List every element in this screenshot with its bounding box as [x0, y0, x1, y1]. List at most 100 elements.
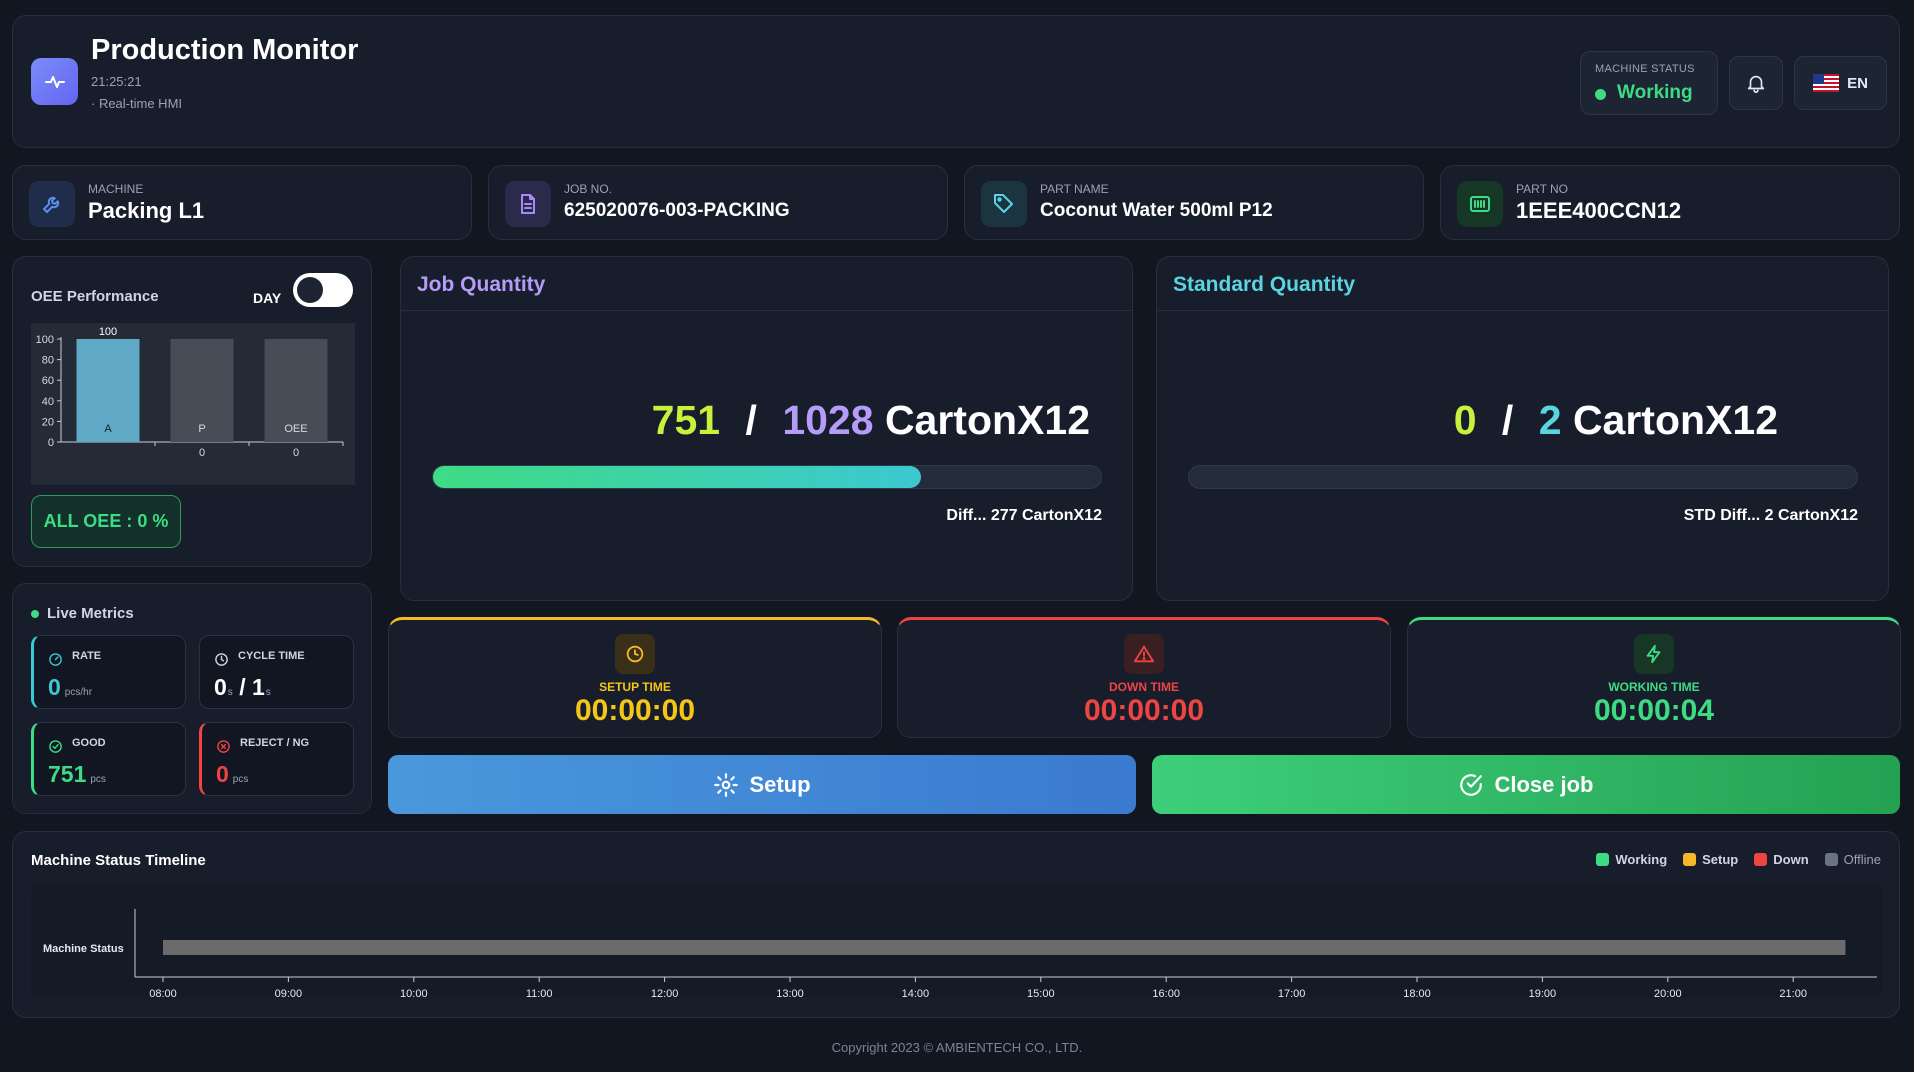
standard-quantity-title: Standard Quantity: [1173, 273, 1356, 296]
cycle-time-label: Cycle Time: [238, 650, 305, 662]
cycle-time-metric: Cycle Time 0s / 1s: [199, 635, 354, 709]
toggle-knob: [297, 277, 323, 303]
day-mode-toggle[interactable]: [293, 273, 353, 307]
legend-down: Down: [1754, 852, 1809, 867]
timeline-hour-label: 19:00: [1529, 988, 1557, 998]
rate-number: 0: [48, 674, 61, 700]
cycle-standard: 1: [251, 674, 265, 700]
cycle-time-value: 0s / 1s: [214, 674, 271, 701]
cycle-separator: /: [239, 674, 246, 700]
down-time-card: Down Time 00:00:00: [897, 617, 1391, 738]
reject-unit: pcs: [232, 774, 249, 785]
gauge-icon: [49, 653, 62, 666]
x-circle-icon: [217, 740, 230, 753]
part-name-card: Part Name Coconut Water 500ml P12: [964, 165, 1424, 240]
us-flag-icon: [1813, 74, 1840, 92]
language-button[interactable]: EN: [1794, 56, 1887, 110]
timeline-hour-label: 09:00: [275, 988, 303, 998]
reject-metric: Reject / NG 0 pcs: [199, 722, 354, 796]
y-tick-label: 60: [42, 375, 54, 387]
good-unit: pcs: [90, 774, 106, 785]
standard-quantity-value: 0 / 2 CartonX12: [1454, 397, 1778, 444]
std-diff-text: STD Diff... 2 CartonX12: [1683, 507, 1858, 524]
close-job-button-label: Close job: [1494, 771, 1594, 797]
part-no-value: 1EEE400CCN12: [1516, 198, 1682, 223]
good-label: Good: [72, 737, 106, 749]
timeline-chart: Machine Status 08:00 09:00 10:00 11:00 12:00 1…: [43, 909, 1877, 1000]
timeline-hour-label: 11:00: [526, 988, 553, 998]
oee-chart-container: 0 20 40 60 80 100 100 A 0 P 0 OEE: [31, 323, 355, 485]
footer-copyright: Copyright 2023 © AMBIENTECH CO., LTD.: [831, 1040, 1083, 1055]
live-metrics-label: Live Metrics: [47, 605, 134, 622]
check-circle-icon: [49, 740, 62, 753]
check-circle-icon: [1460, 773, 1483, 796]
setup-time-value: 00:00:00: [574, 694, 696, 727]
job-no-card: Job No. 625020076-003-PACKING: [488, 165, 948, 240]
setup-button[interactable]: Setup: [388, 755, 1136, 814]
header-bar: Production Monitor 21:25:21 · Real-time …: [12, 15, 1900, 148]
std-separator: /: [1501, 397, 1514, 443]
all-oee-badge: ALL OEE : 0 %: [31, 495, 181, 548]
y-tick-label: 0: [48, 437, 54, 449]
clock-time: 21:25:21: [91, 74, 142, 89]
timeline-hour-label: 14:00: [902, 988, 930, 998]
timeline-hour-label: 18:00: [1403, 988, 1431, 998]
tag-icon: [981, 181, 1027, 227]
timeline-legend: Working Setup Down Offline: [1596, 852, 1881, 867]
job-no-label: Job No.: [564, 182, 613, 196]
legend-label: Offline: [1843, 852, 1881, 867]
gear-icon: [714, 772, 739, 797]
machine-value: Packing L1: [88, 198, 205, 223]
legend-label: Working: [1615, 852, 1668, 867]
job-progress-bar: [432, 465, 1102, 489]
machine-label: Machine: [88, 182, 144, 196]
category-label: A: [104, 423, 112, 435]
page-title: Production Monitor: [91, 34, 359, 66]
job-diff-text: Diff... 277 CartonX12: [946, 507, 1102, 524]
down-time-label: Down Time: [1109, 680, 1179, 694]
legend-swatch: [1754, 853, 1768, 866]
category-label: OEE: [284, 423, 307, 435]
bell-icon: [1747, 75, 1765, 93]
timeline-title: Machine Status Timeline: [31, 852, 206, 869]
legend-label: Down: [1773, 852, 1809, 867]
legend-working: Working: [1596, 852, 1667, 867]
reject-value: 0 pcs: [216, 761, 248, 788]
close-job-button[interactable]: Close job: [1152, 755, 1900, 814]
rate-label: Rate: [72, 650, 102, 662]
clock-icon: [615, 634, 655, 674]
job-quantity-header: Job Quantity: [401, 257, 1132, 311]
timeline-hour-label: 13:00: [776, 988, 804, 998]
machine-status-value: Working: [1617, 82, 1693, 103]
machine-status-box: Machine Status Working: [1580, 51, 1718, 115]
good-value: 751 pcs: [48, 761, 106, 788]
cycle-actual-unit: s: [227, 687, 233, 698]
standard-quantity-header: Standard Quantity: [1157, 257, 1888, 311]
notification-button[interactable]: [1729, 56, 1783, 110]
live-indicator-dot: [31, 609, 39, 618]
clock-icon: [215, 653, 228, 666]
reject-label: Reject / NG: [240, 737, 310, 749]
part-name-value: Coconut Water 500ml P12: [1040, 200, 1273, 221]
oee-performance-card: OEE Performance DAY 0 20 40 60 80 100 100 A 0 P 0 O…: [12, 256, 372, 567]
day-mode-label: DAY: [253, 290, 282, 306]
timeline-row-label: Machine Status: [43, 943, 124, 955]
part-no-label: Part No: [1516, 182, 1569, 196]
std-target-count: 2: [1538, 397, 1562, 443]
job-quantity-card: Job Quantity 751 / 1028 CartonX12 Diff..…: [400, 256, 1133, 601]
setup-time-card: Setup Time 00:00:00: [388, 617, 882, 738]
job-progress-fill: [433, 466, 921, 488]
legend-label: Setup: [1702, 852, 1739, 867]
alert-triangle-icon: [1124, 634, 1164, 674]
down-time-value: 00:00:00: [1083, 694, 1205, 727]
part-name-label: Part Name: [1040, 182, 1109, 196]
rate-unit: pcs/hr: [64, 687, 93, 698]
legend-setup: Setup: [1683, 852, 1738, 867]
bolt-icon: [1634, 634, 1674, 674]
live-metrics-title: Live Metrics: [31, 605, 134, 622]
cycle-actual: 0: [214, 674, 227, 700]
live-metrics-card: Live Metrics Rate 0 pcs/hr Cycle Time 0s …: [12, 583, 372, 814]
job-current-count: 751: [651, 397, 721, 443]
std-unit: CartonX12: [1572, 397, 1778, 443]
good-metric: Good 751 pcs: [31, 722, 186, 796]
